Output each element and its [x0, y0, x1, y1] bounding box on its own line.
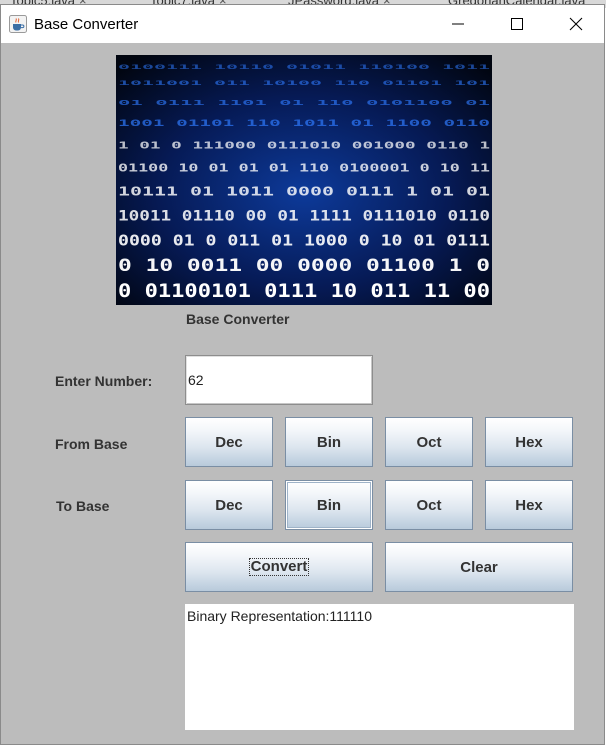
from-oct-button[interactable]: Oct	[385, 417, 473, 467]
binary-code-image: 0100111 10110 01011 110100 1011 1011001 0…	[116, 55, 492, 305]
binary-digits-row: 10111 01 1011 0000 0111 1 01 01	[118, 184, 490, 199]
to-dec-button[interactable]: Dec	[185, 480, 273, 530]
app-window: Base Converter 0100111 10110 01011 11010…	[0, 4, 605, 745]
convert-button-label: Convert	[248, 558, 310, 576]
maximize-button[interactable]	[488, 5, 546, 43]
number-input[interactable]	[185, 355, 373, 405]
binary-digits-row: 01 0111 1101 01 110 0101100 01	[118, 98, 491, 107]
to-base-label: To Base	[56, 498, 110, 514]
maximize-icon	[511, 18, 523, 30]
from-dec-button[interactable]: Dec	[185, 417, 273, 467]
binary-digits-row: 0 01100101 0111 10 011 11 00	[118, 280, 490, 302]
enter-number-label: Enter Number:	[55, 373, 153, 389]
to-oct-button[interactable]: Oct	[385, 480, 473, 530]
java-cup-icon	[9, 15, 27, 33]
main-panel: 0100111 10110 01011 110100 1011 1011001 0…	[1, 43, 604, 746]
to-bin-button[interactable]: Bin	[285, 480, 373, 530]
binary-digits-row: 0000 01 0 011 01 1000 0 10 01 0111	[118, 231, 490, 249]
binary-digits-row: 0 10 0011 00 0000 01100 1 0	[118, 256, 490, 276]
binary-digits-row: 0100111 10110 01011 110100 1011	[118, 64, 491, 71]
close-button[interactable]	[547, 5, 605, 43]
convert-button[interactable]: Convert	[185, 542, 373, 592]
from-hex-button[interactable]: Hex	[485, 417, 573, 467]
clear-button[interactable]: Clear	[385, 542, 573, 592]
binary-digits-row: 1 01 0 111000 0111010 001000 0110 1	[118, 140, 490, 151]
title-bar[interactable]: Base Converter	[1, 5, 604, 43]
minimize-button[interactable]	[429, 5, 487, 43]
binary-digits-row: 1011001 011 10100 110 01101 101	[118, 79, 490, 87]
binary-digits-row: 10011 01110 00 01 1111 0111010 0110	[118, 208, 490, 224]
binary-code-graphic: 0100111 10110 01011 110100 1011 1011001 0…	[116, 55, 492, 305]
to-hex-button[interactable]: Hex	[485, 480, 573, 530]
app-heading: Base Converter	[186, 311, 290, 327]
from-bin-button[interactable]: Bin	[285, 417, 373, 467]
window-title: Base Converter	[34, 15, 139, 33]
binary-digits-row: 1001 01101 110 1011 01 1100 0110	[118, 118, 490, 128]
binary-digits-row: 01100 10 01 01 01 110 0100001 0 10 11	[118, 162, 491, 175]
minimize-icon	[452, 23, 464, 25]
close-icon	[569, 17, 583, 31]
from-base-label: From Base	[55, 436, 128, 452]
result-output: Binary Representation:111110	[185, 604, 574, 730]
